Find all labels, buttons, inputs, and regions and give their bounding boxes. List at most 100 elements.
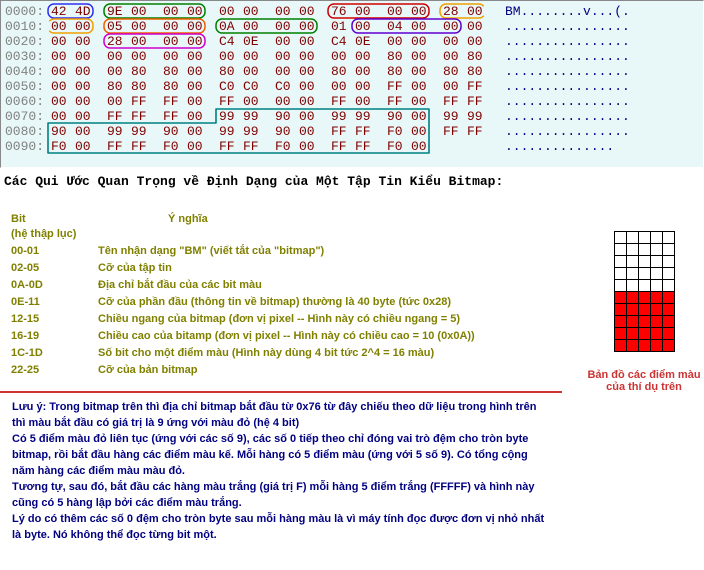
pixel-cell — [615, 256, 627, 268]
svg-text:0080:: 0080: — [5, 124, 44, 139]
svg-text:90: 90 — [163, 124, 179, 139]
svg-text:C0: C0 — [243, 79, 259, 94]
svg-text:FF: FF — [331, 94, 347, 109]
svg-text:FF: FF — [467, 124, 483, 139]
svg-text:FF: FF — [219, 94, 235, 109]
svg-text:00: 00 — [75, 49, 91, 64]
svg-text:................: ................ — [505, 79, 630, 94]
svg-text:0040:: 0040: — [5, 64, 44, 79]
svg-text:80: 80 — [467, 49, 483, 64]
svg-text:00: 00 — [443, 34, 459, 49]
svg-text:0E: 0E — [355, 34, 371, 49]
svg-text:00: 00 — [187, 49, 203, 64]
svg-text:00: 00 — [299, 19, 315, 34]
svg-text:00: 00 — [411, 34, 427, 49]
notes-section: Lưu ý: Trong bitmap trên thì địa chỉ bit… — [0, 391, 562, 547]
note-paragraph: Lưu ý: Trong bitmap trên thì địa chỉ bit… — [12, 399, 552, 431]
svg-text:00: 00 — [187, 4, 203, 19]
pixel-cell — [663, 268, 675, 280]
pixel-cell — [615, 268, 627, 280]
pixel-cell — [627, 304, 639, 316]
header-meaning: Ý nghĩa — [98, 213, 208, 225]
svg-text:28: 28 — [443, 4, 459, 19]
svg-text:00: 00 — [299, 79, 315, 94]
svg-text:FF: FF — [331, 139, 347, 154]
svg-text:0010:: 0010: — [5, 19, 44, 34]
pixel-cell — [639, 328, 651, 340]
svg-text:00: 00 — [299, 49, 315, 64]
pixel-cell — [627, 292, 639, 304]
svg-text:00: 00 — [275, 94, 291, 109]
svg-text:00: 00 — [187, 79, 203, 94]
svg-text:00: 00 — [75, 139, 91, 154]
header-bit: Bit — [11, 213, 26, 225]
svg-text:00: 00 — [411, 64, 427, 79]
svg-text:F0: F0 — [163, 139, 179, 154]
pixel-cell — [627, 280, 639, 292]
svg-text:00: 00 — [299, 64, 315, 79]
svg-text:FF: FF — [131, 139, 147, 154]
field-bit: 0A-0D — [10, 277, 97, 294]
svg-text:4D: 4D — [75, 4, 91, 19]
svg-text:00: 00 — [411, 4, 427, 19]
svg-text:00: 00 — [75, 94, 91, 109]
svg-text:00: 00 — [187, 64, 203, 79]
pixel-cell — [627, 232, 639, 244]
svg-text:00: 00 — [275, 19, 291, 34]
svg-text:00: 00 — [411, 94, 427, 109]
field-desc: Tên nhận dạng "BM" (viết tắt của "bitmap… — [97, 243, 491, 260]
svg-text:0020:: 0020: — [5, 34, 44, 49]
svg-text:00: 00 — [51, 19, 67, 34]
svg-text:80: 80 — [163, 79, 179, 94]
svg-text:00: 00 — [411, 124, 427, 139]
svg-text:00: 00 — [443, 19, 459, 34]
section-caption: Các Qui Ước Quan Trọng về Định Dạng của … — [0, 168, 704, 191]
svg-text:00: 00 — [331, 49, 347, 64]
svg-text:................: ................ — [505, 124, 630, 139]
svg-text:90: 90 — [51, 124, 67, 139]
svg-text:FF: FF — [163, 109, 179, 124]
svg-text:FF: FF — [331, 124, 347, 139]
svg-text:00: 00 — [131, 34, 147, 49]
svg-text:BM........v...(.: BM........v...(. — [505, 4, 630, 19]
field-table: Bit (hệ thập lục) Ý nghĩa 00-01Tên nhận … — [0, 191, 584, 383]
field-bit: 16-19 — [10, 328, 97, 345]
pixel-cell — [651, 316, 663, 328]
svg-text:00: 00 — [355, 79, 371, 94]
pixel-cell — [639, 340, 651, 352]
pixel-cell — [639, 316, 651, 328]
svg-text:F0: F0 — [387, 139, 403, 154]
svg-text:80: 80 — [107, 79, 123, 94]
pixel-cell — [639, 304, 651, 316]
svg-text:80: 80 — [387, 49, 403, 64]
pixel-cell — [627, 340, 639, 352]
svg-text:FF: FF — [387, 94, 403, 109]
pixel-cell — [663, 316, 675, 328]
pixel-cell — [663, 280, 675, 292]
svg-text:................: ................ — [505, 49, 630, 64]
svg-text:00: 00 — [467, 4, 483, 19]
svg-text:00: 00 — [75, 64, 91, 79]
svg-text:00: 00 — [355, 64, 371, 79]
pixel-cell — [651, 340, 663, 352]
svg-text:0030:: 0030: — [5, 49, 44, 64]
pixel-cell — [615, 328, 627, 340]
svg-text:00: 00 — [299, 139, 315, 154]
svg-text:0090:: 0090: — [5, 139, 44, 154]
pixel-cell — [651, 292, 663, 304]
svg-text:00: 00 — [75, 109, 91, 124]
pixel-cell — [639, 280, 651, 292]
svg-text:F0: F0 — [275, 139, 291, 154]
pixel-cell — [651, 256, 663, 268]
svg-text:00: 00 — [243, 94, 259, 109]
svg-text:00: 00 — [75, 124, 91, 139]
pixel-cell — [639, 232, 651, 244]
svg-text:FF: FF — [355, 124, 371, 139]
svg-text:00: 00 — [411, 19, 427, 34]
svg-text:0000:: 0000: — [5, 4, 44, 19]
svg-text:00: 00 — [51, 34, 67, 49]
svg-text:00: 00 — [187, 94, 203, 109]
field-bit: 1C-1D — [10, 345, 97, 362]
svg-text:FF: FF — [243, 139, 259, 154]
svg-text:00: 00 — [299, 34, 315, 49]
